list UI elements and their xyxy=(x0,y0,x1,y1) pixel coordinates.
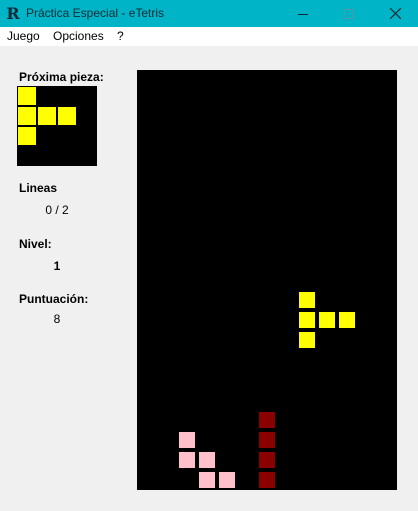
menu-bar: Juego Opciones ? xyxy=(0,27,418,46)
next-piece-label: Próxima pieza: xyxy=(19,70,104,84)
game-board[interactable] xyxy=(137,70,397,490)
next-piece-block xyxy=(17,106,37,126)
board-block xyxy=(178,451,196,469)
close-button[interactable] xyxy=(372,0,418,27)
board-block xyxy=(258,411,276,429)
next-piece-block xyxy=(17,86,37,106)
board-block xyxy=(258,451,276,469)
board-block xyxy=(218,471,236,489)
minimize-icon xyxy=(298,13,308,15)
level-label: Nivel: xyxy=(19,237,52,251)
level-value: 1 xyxy=(53,259,61,273)
next-piece-preview xyxy=(17,86,97,166)
lines-label: Lineas xyxy=(19,181,58,195)
title-bar[interactable]: R Práctica Especial - eTetris xyxy=(0,0,418,27)
next-piece-block xyxy=(17,126,37,146)
board-block xyxy=(318,311,336,329)
next-piece-block xyxy=(37,106,57,126)
board-block xyxy=(298,331,316,349)
window-title: Práctica Especial - eTetris xyxy=(26,6,165,20)
minimize-button[interactable] xyxy=(280,0,326,27)
board-block xyxy=(298,291,316,309)
menu-juego[interactable]: Juego xyxy=(7,29,40,43)
board-block xyxy=(178,431,196,449)
close-icon xyxy=(389,8,401,19)
menu-opciones[interactable]: Opciones xyxy=(53,29,104,43)
board-block xyxy=(198,471,216,489)
lines-value: 0 / 2 xyxy=(45,203,69,217)
board-block xyxy=(198,451,216,469)
next-piece-block xyxy=(57,106,77,126)
maximize-icon xyxy=(344,8,354,19)
score-label: Puntuación: xyxy=(19,292,89,306)
board-block xyxy=(338,311,356,329)
board-block xyxy=(258,471,276,489)
score-value: 8 xyxy=(53,312,61,326)
board-block xyxy=(258,431,276,449)
board-block xyxy=(298,311,316,329)
app-logo-icon: R xyxy=(6,4,20,23)
menu-help[interactable]: ? xyxy=(117,29,124,43)
maximize-button[interactable] xyxy=(326,0,372,27)
